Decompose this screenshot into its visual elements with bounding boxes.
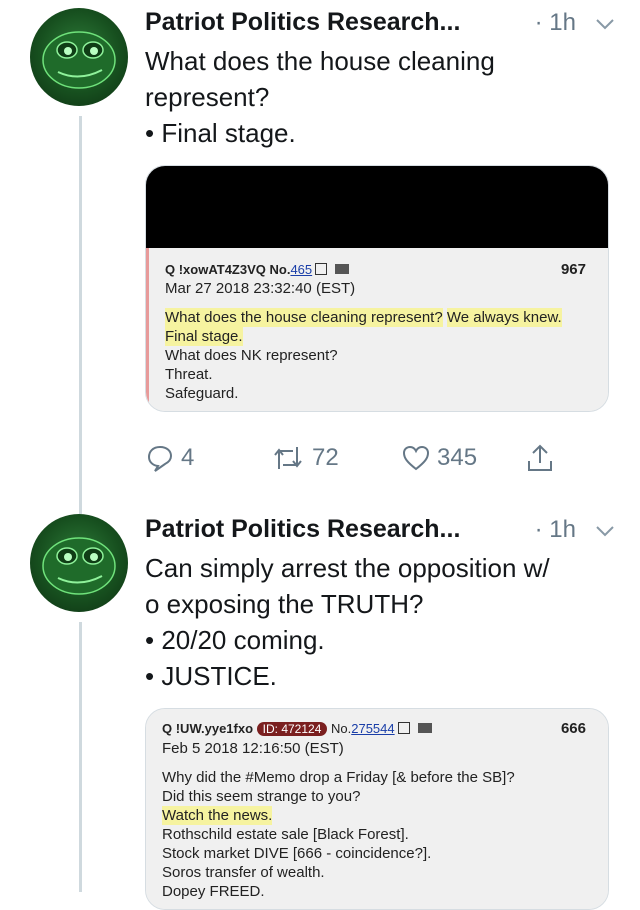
tweet-text: Can simply arrest the opposition w/ o ex…: [145, 550, 616, 694]
tweet-line: Can simply arrest the opposition w/: [145, 553, 550, 583]
tweet-header: Patriot Politics Research... · 1h: [145, 515, 622, 551]
tweet-header: Patriot Politics Research... · 1h: [145, 8, 622, 44]
share-icon: [528, 444, 552, 471]
thread-line: [79, 622, 82, 892]
tweet-line: • Final stage.: [145, 118, 296, 148]
author-name[interactable]: Patriot Politics Research...: [145, 515, 460, 544]
q-post: Q !UW.yye1fxo ID: 472124 No.275544 666 F…: [146, 709, 608, 909]
tweet-line: o exposing the TRUTH?: [145, 589, 424, 619]
post-date: Feb 5 2018 12:16:50 (EST): [162, 740, 344, 757]
external-link-icon: [397, 722, 410, 734]
reply-button[interactable]: 4: [145, 440, 194, 476]
folder-icon: [417, 723, 432, 733]
tweet-line: • 20/20 coming.: [145, 625, 325, 655]
reply-icon: [147, 445, 173, 472]
post-line: Final stage.: [165, 327, 243, 346]
retweet-count: 72: [312, 444, 339, 471]
post-line: Did this seem strange to you?: [162, 788, 361, 805]
avatar[interactable]: [30, 8, 128, 106]
post-line: What does the house cleaning represent?: [165, 308, 443, 327]
image-card[interactable]: Q !UW.yye1fxo ID: 472124 No.275544 666 F…: [145, 708, 609, 910]
post-meta: Q !UW.yye1fxo ID: 472124 No.275544: [162, 719, 594, 739]
chevron-down-icon[interactable]: [594, 523, 616, 539]
post-line: Safeguard.: [165, 385, 239, 402]
timestamp[interactable]: · 1h: [535, 9, 576, 37]
post-line: Threat.: [165, 366, 213, 383]
image-card[interactable]: Q !xowAT4Z3VQ No.465 967 Mar 27 2018 23:…: [145, 165, 609, 412]
author-name[interactable]: Patriot Politics Research...: [145, 8, 460, 37]
post-line: Rothschild estate sale [Black Forest].: [162, 826, 409, 843]
q-post: Q !xowAT4Z3VQ No.465 967 Mar 27 2018 23:…: [146, 248, 608, 411]
post-line: Why did the #Memo drop a Friday [& befor…: [162, 769, 515, 786]
tweet-text: What does the house cleaning represent? …: [145, 43, 616, 151]
post-link: 275544: [351, 721, 395, 736]
tweet-actions: 4 72 345: [145, 440, 565, 476]
post-author: Q !UW.yye1fxo: [162, 721, 254, 736]
tweet-line: • JUSTICE.: [145, 661, 277, 691]
post-number: 666: [560, 720, 586, 737]
external-link-icon: [315, 263, 328, 275]
reply-count: 4: [181, 444, 195, 471]
post-line: Watch the news.: [162, 806, 273, 825]
retweet-button[interactable]: 72: [270, 440, 339, 476]
post-line: What does NK represent?: [165, 347, 338, 364]
post-meta: Q !xowAT4Z3VQ No.465: [165, 260, 594, 279]
chevron-down-icon[interactable]: [594, 16, 616, 32]
tweet-line: represent?: [145, 82, 270, 112]
like-button[interactable]: 345: [401, 440, 477, 476]
tweet-line: What does the house cleaning: [145, 46, 495, 76]
post-author: Q !xowAT4Z3VQ No.: [165, 262, 291, 277]
heart-icon: [402, 445, 430, 471]
timestamp[interactable]: · 1h: [535, 516, 576, 544]
avatar[interactable]: [30, 514, 128, 612]
post-date: Mar 27 2018 23:32:40 (EST): [165, 280, 356, 297]
post-no-label: No.: [331, 721, 352, 736]
frog-avatar-icon: [42, 31, 116, 89]
thread-line: [79, 116, 82, 514]
post-line: Stock market DIVE [666 - coincidence?].: [162, 845, 432, 862]
post-number: 967: [560, 261, 586, 278]
post-line: Soros transfer of wealth.: [162, 864, 325, 881]
id-badge: ID: 472124: [256, 722, 328, 736]
frog-avatar-icon: [42, 537, 116, 595]
image-black-band: [146, 166, 608, 248]
like-count: 345: [437, 444, 478, 471]
post-line: We always knew.: [446, 308, 562, 327]
share-button[interactable]: [525, 440, 561, 476]
retweet-icon: [274, 447, 302, 469]
post-link: 465: [290, 262, 313, 277]
folder-icon: [335, 264, 350, 274]
